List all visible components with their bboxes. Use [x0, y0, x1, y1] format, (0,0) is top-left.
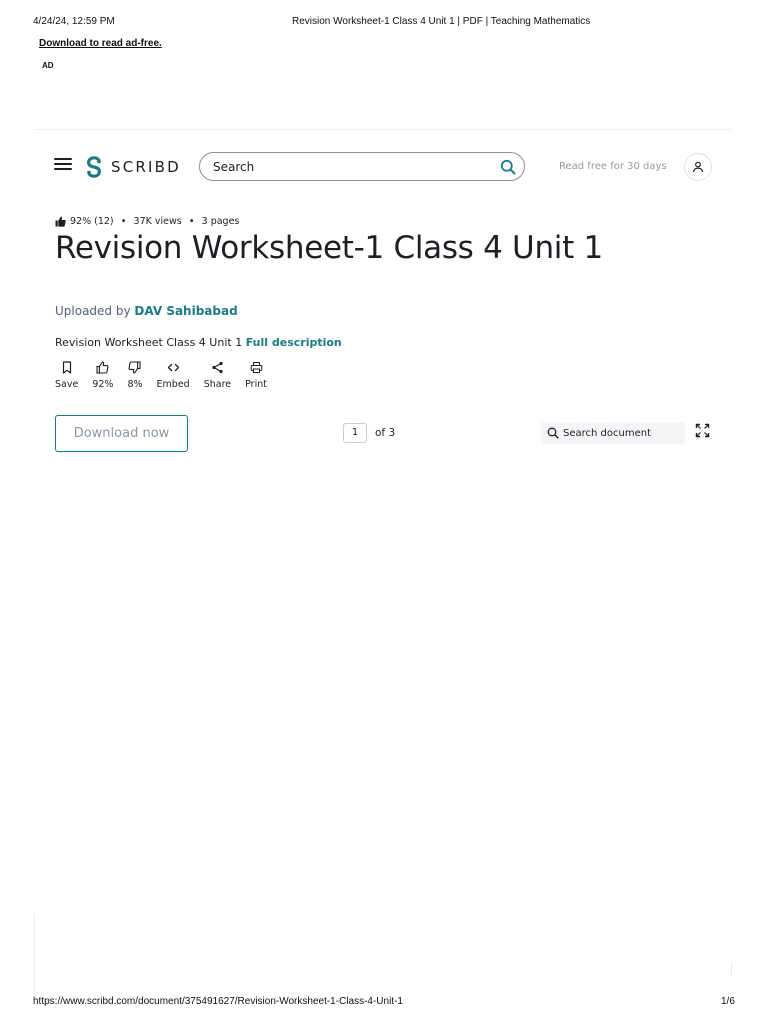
- share-label: Share: [203, 379, 232, 390]
- document-title: Revision Worksheet-1 Class 4 Unit 1: [55, 230, 603, 266]
- share-button[interactable]: Share: [204, 361, 231, 390]
- document-description: Revision Worksheet Class 4 Unit 1 Full d…: [55, 336, 342, 349]
- print-page-number: 1/6: [721, 996, 735, 1007]
- read-free-link[interactable]: Read free for 30 days: [559, 161, 667, 172]
- uploader-link[interactable]: DAV Sahibabad: [134, 304, 237, 318]
- share-icon: [212, 361, 223, 374]
- fullscreen-button[interactable]: [695, 423, 710, 443]
- print-datetime: 4/24/24, 12:59 PM: [33, 16, 115, 27]
- thumbs-up-filled-icon: [55, 216, 66, 227]
- bookmark-icon: [62, 361, 71, 374]
- embed-code-icon: [167, 363, 179, 372]
- ad-label: AD: [42, 61, 54, 70]
- print-icon: [250, 362, 262, 373]
- user-account-button[interactable]: [684, 153, 712, 181]
- document-meta: 92% (12) • 37K views • 3 pages: [55, 216, 239, 227]
- full-description-link[interactable]: Full description: [246, 336, 342, 349]
- search-input[interactable]: Search: [199, 152, 525, 181]
- document-frame-edge: [34, 914, 35, 992]
- document-search-input[interactable]: Search document: [541, 422, 685, 444]
- search-icon[interactable]: [500, 159, 516, 175]
- print-button[interactable]: Print: [245, 361, 267, 390]
- embed-button[interactable]: Embed: [157, 361, 190, 390]
- search-icon: [547, 427, 559, 439]
- downvote-button[interactable]: 8%: [127, 361, 143, 390]
- user-icon: [692, 161, 704, 173]
- upvote-button[interactable]: 92%: [92, 361, 113, 390]
- logo-text: SCRIBD: [111, 158, 181, 176]
- document-frame-edge: [731, 962, 732, 976]
- action-bar: Save 92% 8% Embed Share Print: [55, 361, 281, 390]
- scribd-logo-icon: [86, 156, 102, 178]
- meta-separator: •: [120, 216, 127, 227]
- thumbs-up-icon: [96, 361, 109, 374]
- thumbs-down-icon: [128, 361, 142, 374]
- fullscreen-icon: [695, 423, 710, 438]
- meta-separator: •: [188, 216, 195, 227]
- search-placeholder: Search: [213, 159, 255, 174]
- pages-text: 3 pages: [201, 216, 240, 227]
- page-number-input[interactable]: 1: [343, 423, 367, 443]
- scribd-logo[interactable]: SCRIBD: [85, 156, 181, 178]
- download-adfree-link[interactable]: Download to read ad-free.: [39, 38, 162, 49]
- document-search-placeholder: Search document: [563, 427, 651, 439]
- upvote-percent: 92%: [92, 379, 114, 390]
- print-page-title: Revision Worksheet-1 Class 4 Unit 1 | PD…: [292, 16, 591, 27]
- hamburger-menu-icon[interactable]: [54, 158, 72, 172]
- downvote-percent: 8%: [127, 379, 143, 390]
- embed-label: Embed: [156, 379, 190, 390]
- rating-text: 92% (12): [70, 216, 114, 227]
- description-text: Revision Worksheet Class 4 Unit 1: [55, 336, 243, 349]
- header-divider: [34, 129, 732, 130]
- save-label: Save: [55, 379, 79, 390]
- uploaded-by: Uploaded by DAV Sahibabad: [55, 304, 238, 318]
- uploaded-by-label: Uploaded by: [55, 304, 131, 318]
- page-count-text: of 3: [375, 427, 396, 439]
- save-button[interactable]: Save: [55, 361, 78, 390]
- print-label: Print: [245, 379, 267, 390]
- views-text: 37K views: [133, 216, 182, 227]
- download-now-button[interactable]: Download now: [55, 415, 188, 452]
- print-url: https://www.scribd.com/document/37549162…: [33, 996, 403, 1007]
